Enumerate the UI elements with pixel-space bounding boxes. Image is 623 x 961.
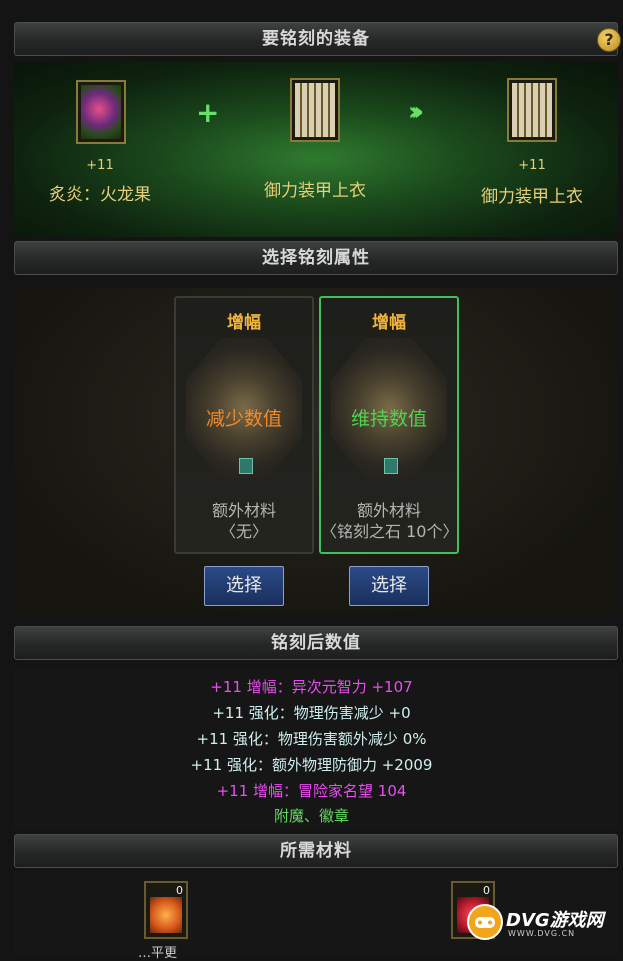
source-item-slot[interactable]	[76, 80, 126, 144]
output-item-level: +11	[518, 158, 546, 173]
help-icon[interactable]: ?	[597, 28, 621, 52]
option-card-keep[interactable]: 增幅 维持数值 额外材料 〈铭刻之石 10个〉	[319, 296, 459, 554]
option-extra: 额外材料 〈铭刻之石 10个〉	[321, 500, 459, 542]
extra-material-label: 额外材料	[211, 501, 276, 520]
result-section-header: 铭刻后数值	[14, 626, 618, 660]
option-value: 维持数值	[350, 408, 427, 430]
gem-icon	[239, 458, 253, 474]
target-item-name: 御力装甲上衣	[264, 181, 366, 201]
result-section-title: 铭刻后数值	[271, 633, 361, 653]
attribute-section-title: 选择铭刻属性	[262, 248, 370, 268]
materials-section-header: 所需材料	[14, 834, 618, 868]
option-extra: 额外材料 〈无〉	[176, 500, 312, 542]
source-item-level: +11	[86, 158, 114, 173]
select-reduce-button[interactable]: 选择	[204, 566, 284, 606]
material-name: …平更	[138, 946, 178, 961]
orange-crystal-icon	[150, 897, 182, 933]
option-title: 增幅	[372, 313, 406, 333]
output-item-slot[interactable]	[507, 78, 557, 142]
material-count: 0	[483, 884, 490, 897]
dragon-fruit-icon	[81, 85, 121, 139]
extra-material-label: 额外材料	[356, 501, 421, 520]
source-item-name: 炙炎：火龙果	[49, 185, 151, 205]
target-item-slot[interactable]	[290, 78, 340, 142]
watermark-url: WWW.DVG.CN	[508, 929, 576, 938]
equipment-section-header: 要铭刻的装备	[14, 22, 618, 56]
option-value: 减少数值	[205, 408, 282, 430]
extra-material-detail: 〈无〉	[219, 522, 268, 541]
material-slot[interactable]: 0	[144, 881, 188, 939]
triple-arrow-icon: ›››	[408, 97, 424, 127]
select-keep-button[interactable]: 选择	[349, 566, 429, 606]
output-item-name: 御力装甲上衣	[481, 187, 583, 207]
gem-icon	[384, 458, 398, 474]
extra-material-detail: 〈铭刻之石 10个〉	[321, 522, 459, 541]
result-line: 附魔、徽章	[273, 807, 349, 825]
materials-section-title: 所需材料	[280, 841, 352, 861]
equipment-section-title: 要铭刻的装备	[262, 29, 370, 49]
armor-icon	[295, 83, 335, 137]
attribute-section-header: 选择铭刻属性	[14, 241, 618, 275]
gamepad-logo-icon	[467, 904, 503, 940]
plus-icon: +	[196, 96, 220, 129]
result-line: +11 增幅：冒险家名望 104	[216, 782, 407, 800]
option-area	[14, 288, 618, 614]
armor-icon	[512, 83, 552, 137]
result-line: +11 强化：物理伤害额外减少 0%	[196, 730, 427, 748]
watermark-logo: DVG游戏网 WWW.DVG.CN	[466, 903, 616, 943]
material-count: 0	[176, 884, 183, 897]
option-card-reduce[interactable]: 增幅 减少数值 额外材料 〈无〉	[174, 296, 314, 554]
result-line: +11 增幅：异次元智力 +107	[210, 678, 413, 696]
result-line: +11 强化：物理伤害减少 +0	[212, 704, 411, 722]
result-line: +11 强化：额外物理防御力 +2009	[190, 756, 433, 774]
option-title: 增幅	[227, 313, 261, 333]
